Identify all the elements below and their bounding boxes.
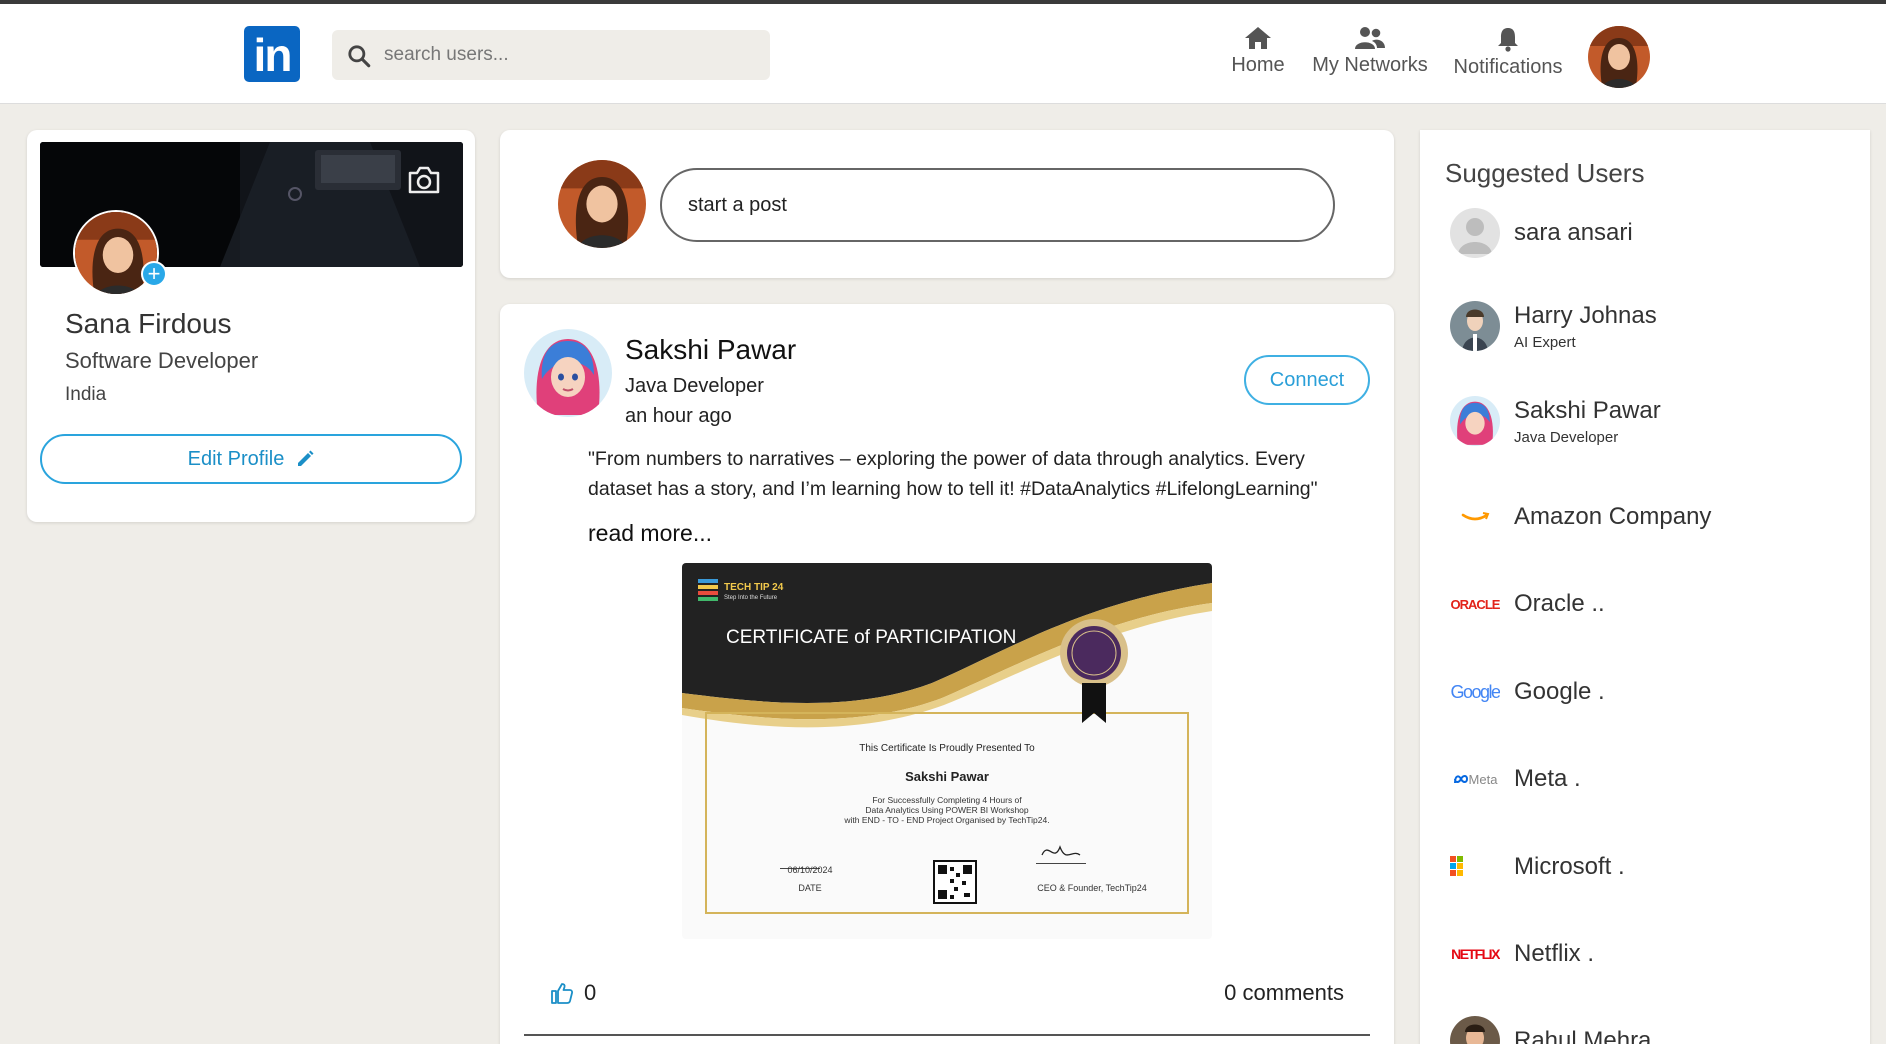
suggested-user-name: Harry Johnas [1514, 301, 1657, 329]
profile-card: + Sana Firdous Software Developer India … [27, 130, 475, 522]
suggested-user[interactable]: ORACLE Oracle .. [1450, 579, 1605, 629]
composer-avatar [558, 160, 646, 248]
suggested-user-subtitle: Java Developer [1514, 428, 1619, 446]
suggested-user[interactable]: Amazon Company [1450, 492, 1711, 542]
avatar [1450, 396, 1500, 446]
profile-name: Sana Firdous [65, 308, 232, 339]
suggested-user[interactable]: Harry Johnas AI Expert [1450, 301, 1657, 351]
linkedin-logo[interactable]: in [244, 26, 300, 82]
google-logo-icon: Google [1450, 667, 1500, 717]
suggested-user-name: Oracle .. [1514, 590, 1605, 617]
user-avatar[interactable] [1588, 26, 1650, 88]
search-bar[interactable] [332, 30, 770, 80]
nav-home-label: Home [1231, 54, 1285, 76]
post-card: Sakshi Pawar Java Developer an hour ago … [500, 304, 1394, 1044]
suggested-users-title: Suggested Users [1445, 158, 1645, 188]
post-image-certificate[interactable]: TECH TIP 24 Step Into the Future CERTIFI… [682, 563, 1212, 939]
default-avatar-icon [1450, 208, 1500, 258]
post-text: "From numbers to narratives – exploring … [588, 448, 1318, 500]
certificate-tagline: Step Into the Future [724, 595, 778, 601]
start-post-input[interactable]: start a post [660, 168, 1335, 242]
suggested-user[interactable]: Sakshi Pawar Java Developer [1450, 396, 1661, 446]
nav-notifications-label: Notifications [1453, 56, 1563, 78]
like-area[interactable]: 0 [550, 980, 596, 1006]
suggested-user[interactable]: NETFLIX Netflix . [1450, 929, 1594, 979]
meta-logo-icon: Meta [1450, 754, 1500, 804]
home-icon [1245, 27, 1271, 49]
oracle-logo-text: ORACLE [1450, 596, 1500, 612]
suggested-user-name: Sakshi Pawar [1514, 396, 1661, 424]
suggested-user-name: Microsoft . [1514, 853, 1625, 880]
certificate-recipient: Sakshi Pawar [905, 769, 989, 784]
certificate-line-3: with END - TO - END Project Organised by… [844, 815, 1050, 825]
suggested-user[interactable]: Rahul Mehra [1450, 1016, 1651, 1044]
suggested-user-name: Rahul Mehra [1514, 1027, 1652, 1044]
post-timestamp: an hour ago [625, 405, 732, 427]
certificate-brand: TECH TIP 24 [724, 582, 784, 593]
suggested-user-name: Netflix . [1514, 940, 1595, 967]
avatar [1450, 1016, 1500, 1044]
top-navbar: in Home My Networks Notifications [0, 4, 1886, 104]
connect-button[interactable]: Connect [1244, 355, 1370, 405]
amazon-logo-icon [1450, 492, 1500, 542]
post-author-name[interactable]: Sakshi Pawar [625, 334, 796, 366]
read-more-link[interactable]: read more... [588, 520, 712, 547]
suggested-user[interactable]: Meta Meta . [1450, 754, 1581, 804]
avatar [1450, 301, 1500, 351]
post-composer: start a post [500, 130, 1394, 278]
nav-my-networks[interactable]: My Networks [1308, 22, 1432, 86]
post-author-avatar[interactable] [524, 329, 612, 417]
thumbs-up-icon[interactable] [550, 981, 574, 1005]
pencil-icon [298, 450, 314, 466]
bell-icon [1498, 28, 1518, 52]
suggested-user-name: Google . [1514, 678, 1605, 705]
certificate-line-2: Data Analytics Using POWER BI Workshop [865, 805, 1029, 815]
certificate-date-label: DATE [798, 883, 822, 893]
certificate-signer: CEO & Founder, TechTip24 [1037, 883, 1147, 893]
netflix-logo-icon: NETFLIX [1450, 929, 1500, 979]
suggested-users-panel: Suggested Users sara ansari Harry Johnas… [1420, 130, 1870, 1044]
certificate-line-1: For Successfully Completing 4 Hours of [872, 795, 1022, 805]
search-input[interactable] [384, 30, 754, 80]
people-icon [1355, 27, 1385, 49]
suggested-user-name: Amazon Company [1514, 503, 1712, 530]
nav-notifications[interactable]: Notifications [1450, 22, 1566, 86]
nav-networks-label: My Networks [1312, 54, 1428, 76]
netflix-logo-text: NETFLIX [1451, 946, 1500, 962]
microsoft-logo-icon [1450, 842, 1500, 892]
comment-count[interactable]: 0 comments [1224, 980, 1344, 1006]
suggested-user-name: Meta . [1514, 765, 1581, 792]
suggested-user[interactable]: Microsoft . [1450, 842, 1625, 892]
nav-home[interactable]: Home [1230, 22, 1286, 86]
profile-title: Software Developer [65, 348, 259, 373]
suggested-user[interactable]: Google Google . [1450, 667, 1605, 717]
search-icon [348, 45, 371, 68]
google-logo-text: Google [1450, 681, 1500, 702]
post-author-role: Java Developer [625, 375, 764, 397]
certificate-heading: CERTIFICATE of PARTICIPATION [726, 627, 1017, 648]
add-photo-icon[interactable]: + [141, 261, 167, 287]
meta-logo-text: Meta [1468, 771, 1498, 787]
like-count: 0 [584, 980, 597, 1005]
edit-profile-label: Edit Profile [187, 447, 285, 470]
profile-location: India [65, 384, 107, 405]
suggested-user[interactable]: sara ansari [1450, 208, 1633, 258]
suggested-user-subtitle: AI Expert [1514, 333, 1576, 351]
camera-icon[interactable] [407, 166, 441, 194]
certificate-date: 06/10/2024 [787, 865, 833, 875]
suggested-user-name: sara ansari [1514, 219, 1633, 246]
edit-profile-button[interactable]: Edit Profile [40, 434, 462, 484]
certificate-presented: This Certificate Is Proudly Presented To [859, 743, 1035, 754]
post-divider [524, 1034, 1370, 1036]
oracle-logo-icon: ORACLE [1450, 579, 1500, 629]
